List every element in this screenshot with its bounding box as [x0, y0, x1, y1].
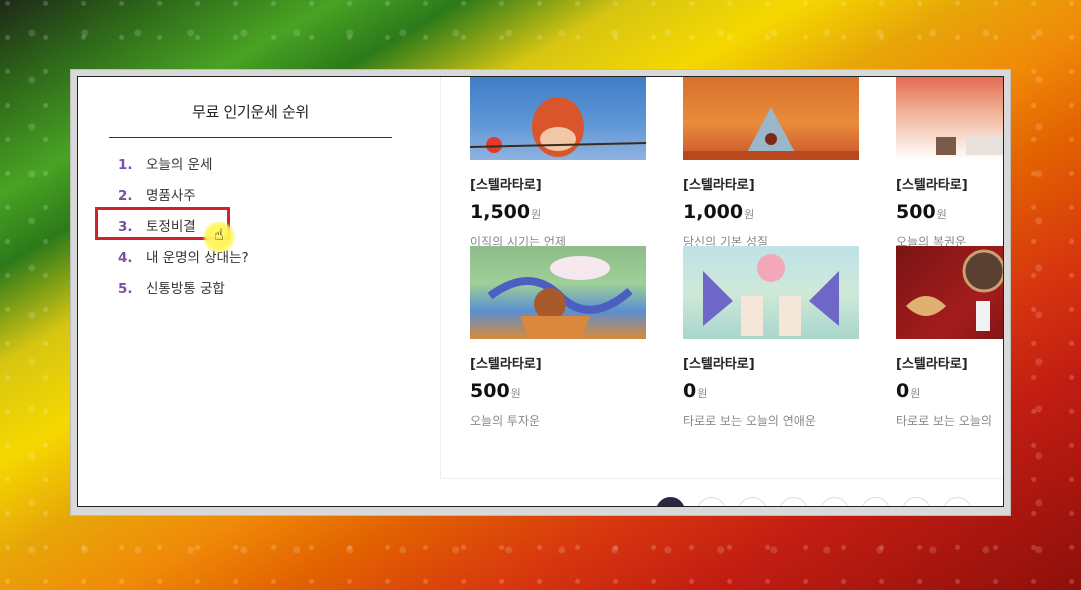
product-price: 1,000 [683, 201, 744, 223]
pagination [656, 497, 972, 506]
product-tag: [스텔라타로] [470, 357, 542, 372]
rank-item-1[interactable]: 1. 오늘의 운세 [118, 155, 249, 186]
rank-number: 1. [118, 157, 133, 173]
currency-unit: 원 [697, 387, 708, 400]
tarot-illustration-icon [470, 97, 646, 157]
free-fortune-ranking: 무료 인기운세 순위 1. 오늘의 운세 2. 명품사주 3. 토정비결 4. … [78, 77, 440, 506]
product-thumbnail[interactable] [683, 246, 859, 339]
product-thumbnail[interactable] [896, 77, 1003, 160]
product-price: 500 [896, 201, 936, 223]
price-row: 0원 [896, 380, 1003, 402]
price-row: 1,500원 [470, 201, 646, 223]
product-tag: [스텔라타로] [470, 178, 542, 193]
page-dot[interactable] [738, 497, 767, 506]
rank-label[interactable]: 명품사주 [146, 186, 196, 206]
product-card[interactable]: [스텔라타로] 500원 오늘의 복권운 [896, 77, 1003, 250]
tarot-illustration-icon [703, 254, 839, 336]
product-card[interactable]: [스텔라타로] 0원 타로로 보는 오늘의 [896, 246, 1003, 429]
currency-unit: 원 [744, 208, 755, 221]
product-description: 오늘의 투자운 [470, 414, 541, 428]
price-row: 0원 [683, 380, 859, 402]
product-thumbnail[interactable] [470, 246, 646, 339]
page-dot-active[interactable] [656, 497, 685, 506]
tarot-illustration-icon [683, 107, 859, 160]
rank-label[interactable]: 오늘의 운세 [146, 155, 212, 175]
page-dot[interactable] [820, 497, 849, 506]
page-dot[interactable] [861, 497, 890, 506]
product-price: 500 [470, 380, 510, 402]
tarot-illustration-icon [487, 256, 633, 339]
ranking-divider [109, 137, 392, 138]
page-dot[interactable] [697, 497, 726, 506]
product-price: 0 [896, 380, 910, 402]
price-row: 500원 [896, 201, 1003, 223]
product-thumbnail[interactable] [683, 77, 859, 160]
currency-unit: 원 [510, 387, 521, 400]
rank-label[interactable]: 신통방통 궁합 [146, 279, 225, 299]
product-grid: [스텔라타로] 1,500원 이직의 시기는 언제 [스텔라타로] 1,000원 [440, 77, 1003, 479]
product-description: 타로로 보는 오늘의 연애운 [683, 414, 816, 428]
product-tag: [스텔라타로] [896, 178, 968, 193]
webpage: 무료 인기운세 순위 1. 오늘의 운세 2. 명품사주 3. 토정비결 4. … [77, 76, 1004, 507]
tarot-illustration-icon [906, 249, 1003, 331]
product-thumbnail[interactable] [470, 77, 646, 160]
hand-pointer-icon: ☝ [214, 225, 224, 244]
product-card[interactable]: [스텔라타로] 0원 타로로 보는 오늘의 연애운 [683, 246, 859, 429]
price-row: 1,000원 [683, 201, 859, 223]
price-row: 500원 [470, 380, 646, 402]
tarot-illustration-icon [936, 135, 1003, 155]
screenshot-frame: 무료 인기운세 순위 1. 오늘의 운세 2. 명품사주 3. 토정비결 4. … [70, 69, 1011, 516]
product-tag: [스텔라타로] [896, 357, 968, 372]
page-dot[interactable] [943, 497, 972, 506]
product-tag: [스텔라타로] [683, 357, 755, 372]
ranking-title: 무료 인기운세 순위 [192, 103, 309, 121]
product-card[interactable]: [스텔라타로] 1,500원 이직의 시기는 언제 [470, 77, 646, 250]
currency-unit: 원 [936, 208, 947, 221]
rank-number: 2. [118, 188, 133, 204]
rank-item-4[interactable]: 4. 내 운명의 상대는? [118, 248, 249, 279]
rank-number: 4. [118, 250, 133, 266]
product-card[interactable]: [스텔라타로] 500원 오늘의 투자운 [470, 246, 646, 429]
product-price: 1,500 [470, 201, 531, 223]
product-description: 타로로 보는 오늘의 [896, 414, 992, 428]
rank-label[interactable]: 내 운명의 상대는? [146, 248, 249, 268]
rank-number: 5. [118, 281, 133, 297]
product-tag: [스텔라타로] [683, 178, 755, 193]
product-price: 0 [683, 380, 697, 402]
page-dot[interactable] [779, 497, 808, 506]
product-card[interactable]: [스텔라타로] 1,000원 당신의 기본 성질 [683, 77, 859, 250]
rank-item-5[interactable]: 5. 신통방통 궁합 [118, 279, 249, 310]
product-thumbnail[interactable] [896, 246, 1003, 339]
currency-unit: 원 [531, 208, 542, 221]
currency-unit: 원 [910, 387, 921, 400]
page-dot[interactable] [902, 497, 931, 506]
